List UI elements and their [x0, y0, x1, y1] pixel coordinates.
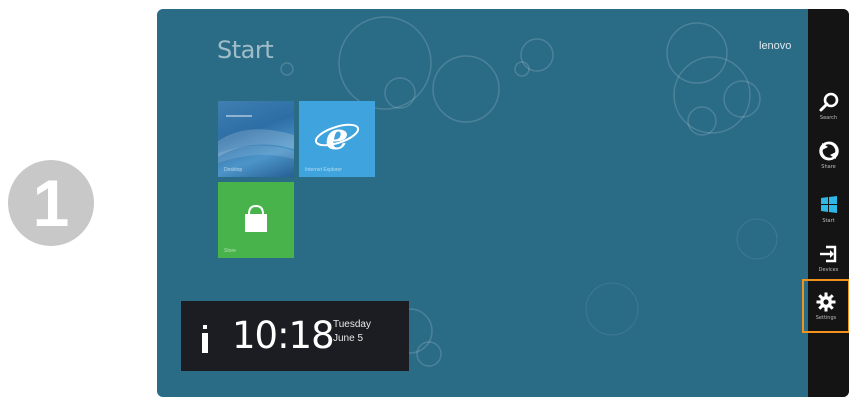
charm-start[interactable]: Start	[808, 186, 849, 232]
internet-explorer-icon: e	[314, 116, 360, 158]
brand-logo: lenovo	[759, 40, 792, 52]
charm-settings-label: Settings	[815, 315, 837, 321]
charm-devices-label: Devices	[818, 267, 839, 273]
charm-share-label: Share	[821, 164, 836, 170]
charm-search[interactable]: Search	[808, 83, 849, 129]
desktop-tile[interactable]: Desktop	[218, 101, 294, 177]
windows-logo-icon	[820, 196, 837, 213]
store-tile-label: Store	[224, 248, 236, 254]
charm-search-label: Search	[819, 115, 838, 121]
step-number-badge: 1	[8, 160, 94, 246]
charm-share[interactable]: Share	[808, 132, 849, 178]
internet-explorer-tile-label: Internet Explorer	[305, 167, 342, 173]
clock-day: Tuesday	[333, 319, 371, 330]
windows-start-screen: Start lenovo Desktop e Internet Explorer…	[157, 9, 849, 397]
tutorial-figure: 1 Start lenovo Desktop e Internet Explor…	[0, 0, 851, 401]
store-tile[interactable]: Store	[218, 182, 294, 258]
charm-devices[interactable]: Devices	[808, 235, 849, 281]
store-bag-icon	[245, 204, 267, 232]
start-title: Start	[217, 36, 274, 64]
charms-bar: Search Share Start Devices Settings	[802, 9, 849, 397]
charm-settings[interactable]: Settings	[802, 279, 849, 333]
step-number: 1	[32, 166, 70, 240]
desktop-wallpaper-graphic	[218, 115, 294, 163]
network-signal-icon	[202, 325, 208, 353]
svg-text:e: e	[326, 116, 349, 158]
clock-time: 10:18	[232, 314, 335, 357]
devices-icon	[819, 245, 836, 263]
gear-icon	[816, 292, 836, 312]
share-icon	[818, 141, 839, 161]
desktop-tile-label: Desktop	[224, 167, 243, 173]
date-time-overlay: 10:18 Tuesday June 5	[181, 301, 409, 371]
charm-start-label: Start	[822, 218, 835, 224]
clock-date: June 5	[333, 333, 364, 344]
search-icon	[819, 92, 838, 112]
internet-explorer-tile[interactable]: e Internet Explorer	[299, 101, 375, 177]
